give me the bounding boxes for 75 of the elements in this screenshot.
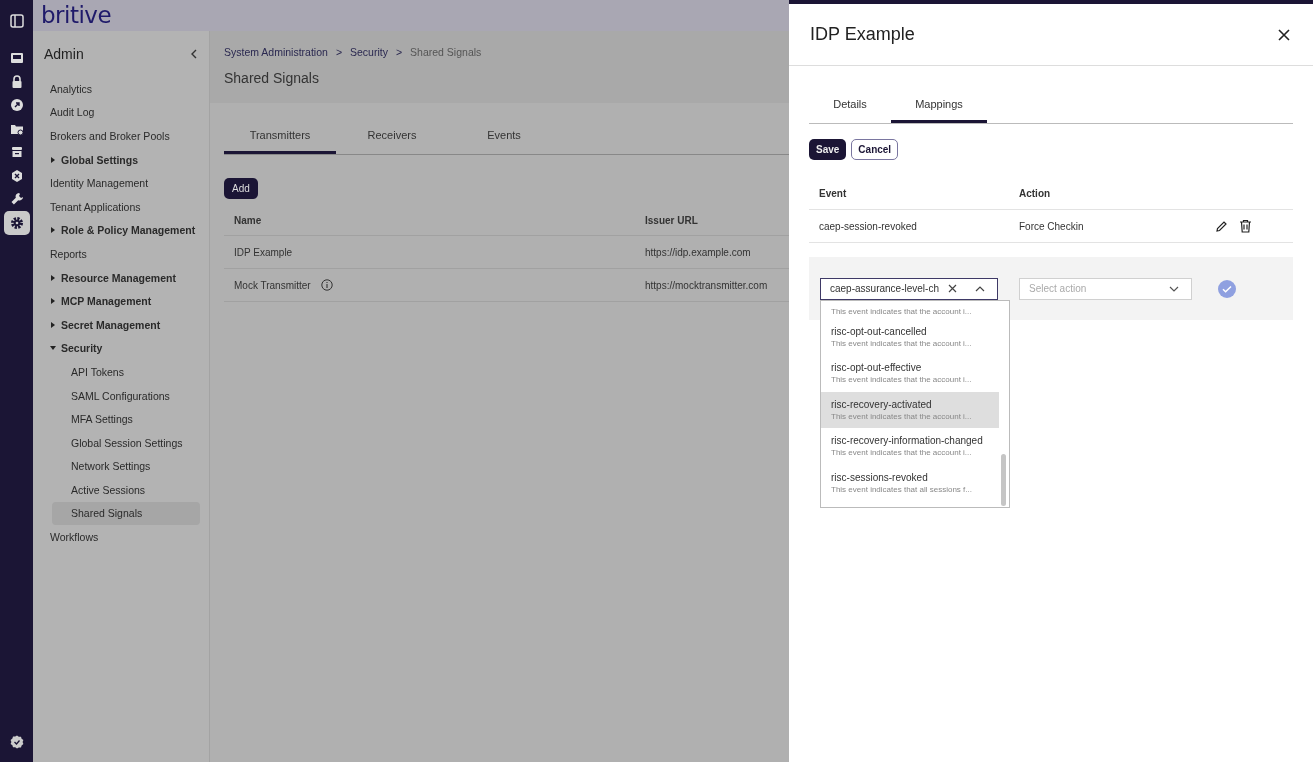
- column-header: Issuer URL: [645, 214, 698, 226]
- caret-right-icon: [50, 321, 56, 328]
- dropdown-option[interactable]: risc-opt-out-effective This event indicates that the account i...: [821, 355, 999, 392]
- sidebar-item[interactable]: API Tokens: [52, 360, 200, 384]
- tab[interactable]: Receivers: [336, 123, 448, 154]
- sidebar-item[interactable]: Audit Log: [44, 100, 198, 125]
- column-header: Action: [1019, 187, 1052, 199]
- sidebar-group[interactable]: Secret Management: [44, 312, 198, 337]
- sidebar-item[interactable]: Network Settings: [52, 454, 200, 479]
- caret-down-icon: [50, 345, 56, 352]
- sidebar-item[interactable]: Reports: [44, 242, 198, 266]
- caret-right-icon: [50, 156, 56, 163]
- table-cell: https://idp.example.com: [645, 246, 751, 258]
- breadcrumb-separator: >: [335, 46, 342, 58]
- table-cell-text: caep-session-revoked: [818, 220, 918, 232]
- event-select[interactable]: caep-assurance-level-ch: [820, 277, 998, 300]
- clear-icon[interactable]: [948, 284, 957, 293]
- table-cell-text: Force Checkin: [1019, 220, 1085, 232]
- table-cell: Mock Transmitter: [234, 279, 311, 291]
- chevron-down-icon: [1169, 285, 1179, 292]
- logo: britive: [41, 4, 112, 27]
- dropdown-option[interactable]: This event indicates that the account i...: [821, 300, 999, 319]
- dropdown-option[interactable]: risc-sessions-revoked This event indicates that all sessions f...: [821, 464, 999, 501]
- breadcrumb-separator: >: [395, 46, 403, 58]
- sidebar-group[interactable]: Global Settings: [44, 147, 198, 172]
- sidebar-group[interactable]: Security: [44, 336, 198, 361]
- wrench-icon: [9, 192, 24, 207]
- tab[interactable]: Events: [448, 123, 560, 154]
- sidebar-item[interactable]: Workflows: [44, 525, 198, 549]
- page-title: Shared Signals: [224, 70, 320, 86]
- caret-right-icon: [50, 227, 56, 234]
- breadcrumb-link[interactable]: System Administration: [224, 46, 328, 58]
- add-button[interactable]: Add: [224, 178, 258, 199]
- dropdown-option[interactable]: risc-opt-out-cancelled This event indicates that the account i...: [821, 318, 999, 355]
- caret-right-icon: [50, 274, 56, 281]
- sidebar-group[interactable]: Role & Policy Management: [44, 218, 198, 243]
- tab[interactable]: Transmitters: [224, 123, 336, 154]
- table-cell: https://mocktransmitter.com: [645, 279, 768, 291]
- chevron-up-icon[interactable]: [975, 285, 985, 292]
- sidebar-item[interactable]: Analytics: [44, 77, 198, 101]
- verified-badge-icon: [9, 735, 24, 749]
- breadcrumb-link[interactable]: Security: [350, 46, 388, 58]
- close-icon[interactable]: [1278, 28, 1290, 41]
- sidebar-item[interactable]: Global Session Settings: [52, 430, 200, 455]
- sidebar-group[interactable]: MCP Management: [44, 289, 198, 313]
- info-icon[interactable]: [320, 279, 333, 291]
- cancel-button[interactable]: Cancel: [851, 139, 899, 160]
- collapse-icon[interactable]: [190, 49, 198, 59]
- settings-icon: [9, 215, 24, 230]
- sidebar-item[interactable]: Tenant Applications: [44, 194, 198, 219]
- inbox-icon: [9, 51, 24, 66]
- tab[interactable]: Details: [809, 87, 891, 123]
- sidebar-item[interactable]: Shared Signals: [52, 501, 200, 526]
- rail-button[interactable]: [3, 211, 30, 235]
- tag-cross-icon: [9, 168, 24, 183]
- dropdown-option[interactable]: risc-recovery-information-changed This event indicates that the account i...: [821, 428, 999, 465]
- arrow-circle-icon: [9, 98, 24, 113]
- drawer-title: IDP Example: [810, 24, 915, 45]
- table-cell: IDP Example: [234, 246, 293, 258]
- caret-right-icon: [50, 298, 56, 305]
- sidebar-title: Admin: [44, 46, 84, 62]
- column-header: Name: [233, 214, 263, 226]
- sidebar-item[interactable]: Identity Management: [44, 171, 198, 195]
- archive-icon: [9, 145, 24, 160]
- edit-icon[interactable]: [1215, 219, 1228, 233]
- sidebar-group[interactable]: Resource Management: [44, 265, 198, 290]
- delete-icon[interactable]: [1239, 219, 1252, 233]
- tab[interactable]: Mappings: [891, 87, 987, 123]
- sidebar-toggle-icon: [9, 13, 24, 28]
- sidebar-item[interactable]: MFA Settings: [52, 407, 200, 431]
- sidebar-item[interactable]: Brokers and Broker Pools: [44, 124, 198, 148]
- sidebar-item[interactable]: Active Sessions: [52, 478, 200, 502]
- save-button[interactable]: Save: [809, 139, 847, 160]
- sidebar-item[interactable]: SAML Configurations: [52, 383, 200, 408]
- column-header: Event: [818, 187, 848, 199]
